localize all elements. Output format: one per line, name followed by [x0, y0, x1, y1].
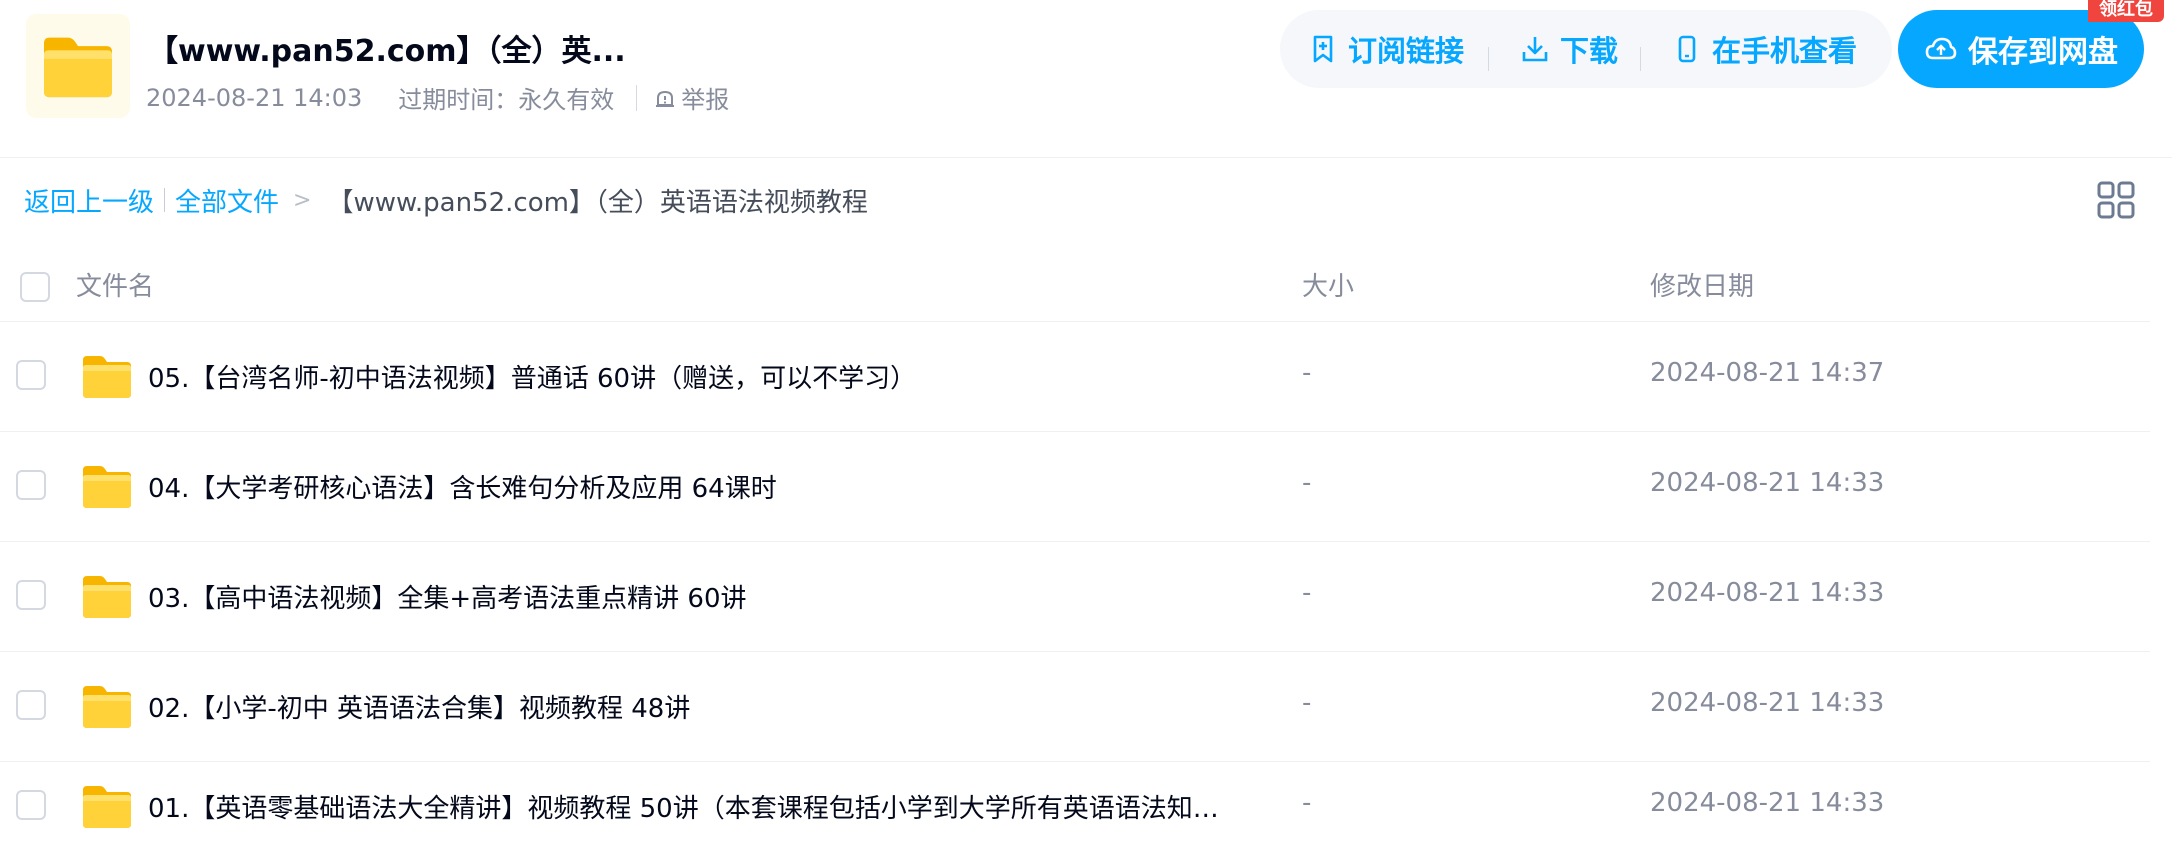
folder-icon: [80, 462, 134, 510]
file-date: 2024-08-21 14:33: [1650, 578, 1885, 608]
file-date: 2024-08-21 14:37: [1650, 358, 1885, 388]
column-date[interactable]: 修改日期: [1650, 266, 1754, 303]
action-divider: [1488, 47, 1489, 71]
row-checkbox[interactable]: [16, 360, 46, 390]
file-name[interactable]: 04.【大学考研核心语法】含长难句分析及应用 64课时: [148, 468, 777, 505]
alert-icon: [656, 90, 675, 107]
file-name[interactable]: 02.【小学-初中 英语语法合集】视频教程 48讲: [148, 688, 690, 725]
subscribe-link-button[interactable]: 订阅链接: [1308, 10, 1464, 88]
share-meta: 2024-08-21 14:03 过期时间：永久有效 举报: [146, 80, 729, 115]
file-size: -: [1302, 688, 1312, 718]
save-label: 保存到网盘: [1968, 35, 2118, 70]
phone-icon: [1678, 35, 1696, 63]
row-checkbox[interactable]: [16, 470, 46, 500]
file-date: 2024-08-21 14:33: [1650, 688, 1885, 718]
view-on-mobile-button[interactable]: 在手机查看: [1672, 10, 1857, 88]
grid-view-icon[interactable]: [2096, 180, 2136, 220]
red-packet-badge[interactable]: 领红包: [2088, 0, 2164, 22]
report-label: 举报: [681, 86, 730, 114]
subscribe-label: 订阅链接: [1348, 34, 1465, 68]
file-date: 2024-08-21 14:33: [1650, 468, 1885, 498]
select-all-checkbox[interactable]: [20, 272, 50, 302]
folder-icon: [38, 32, 118, 100]
share-actions: 订阅链接 下载 在手机查看: [1280, 10, 1892, 88]
action-divider: [1640, 47, 1641, 71]
mobile-label: 在手机查看: [1712, 34, 1858, 68]
row-checkbox[interactable]: [16, 690, 46, 720]
all-files-link[interactable]: 全部文件: [175, 182, 279, 219]
folder-icon: [80, 782, 134, 830]
share-page: 【www.pan52.com】（全）英... 2024-08-21 14:03 …: [0, 0, 2172, 860]
download-icon: [1522, 37, 1548, 62]
table-row[interactable]: 01.【英语零基础语法大全精讲】视频教程 50讲（本套课程包括小学到大学所有英语…: [0, 752, 2150, 860]
meta-divider: [636, 84, 638, 111]
cloud-upload-icon: [1925, 37, 1957, 60]
column-name[interactable]: 文件名: [76, 266, 154, 303]
folder-icon: [80, 352, 134, 400]
download-label: 下载: [1560, 34, 1619, 68]
folder-icon: [80, 572, 134, 620]
row-checkbox[interactable]: [16, 580, 46, 610]
table-row[interactable]: 05.【台湾名师-初中语法视频】普通话 60讲（赠送，可以不学习） - 2024…: [0, 322, 2150, 432]
breadcrumb-arrow: >: [293, 187, 312, 213]
bookmark-plus-icon: [1313, 35, 1333, 63]
current-folder: 【www.pan52.com】（全）英语语法视频教程: [327, 187, 868, 218]
file-size: -: [1302, 788, 1312, 818]
created-time: 2024-08-21 14:03: [146, 83, 363, 112]
breadcrumb: 返回上一级 全部文件 > 【www.pan52.com】（全）英语语法视频教程: [24, 182, 868, 218]
file-size: -: [1302, 578, 1312, 608]
download-button[interactable]: 下载: [1520, 10, 1618, 88]
folder-thumbnail: [26, 14, 130, 118]
table-row[interactable]: 03.【高中语法视频】全集+高考语法重点精讲 60讲 - 2024-08-21 …: [0, 542, 2150, 652]
row-checkbox[interactable]: [16, 790, 46, 820]
file-size: -: [1302, 358, 1312, 388]
report-link[interactable]: 举报: [653, 80, 729, 115]
file-name[interactable]: 03.【高中语法视频】全集+高考语法重点精讲 60讲: [148, 578, 746, 615]
file-size: -: [1302, 468, 1312, 498]
table-row[interactable]: 02.【小学-初中 英语语法合集】视频教程 48讲 - 2024-08-21 1…: [0, 652, 2150, 762]
file-date: 2024-08-21 14:33: [1650, 788, 1885, 818]
share-title: 【www.pan52.com】（全）英...: [148, 34, 626, 69]
table-row[interactable]: 04.【大学考研核心语法】含长难句分析及应用 64课时 - 2024-08-21…: [0, 432, 2150, 542]
back-link[interactable]: 返回上一级: [24, 182, 154, 219]
folder-icon: [80, 682, 134, 730]
expire-text: 过期时间：永久有效: [398, 86, 615, 114]
file-table-header: 文件名 大小 修改日期: [0, 248, 2150, 322]
file-name[interactable]: 05.【台湾名师-初中语法视频】普通话 60讲（赠送，可以不学习）: [148, 358, 916, 395]
file-name[interactable]: 01.【英语零基础语法大全精讲】视频教程 50讲（本套课程包括小学到大学所有英语…: [148, 788, 1228, 825]
column-size[interactable]: 大小: [1302, 266, 1354, 303]
breadcrumb-divider: [164, 188, 166, 212]
share-header: 【www.pan52.com】（全）英... 2024-08-21 14:03 …: [0, 0, 2172, 158]
